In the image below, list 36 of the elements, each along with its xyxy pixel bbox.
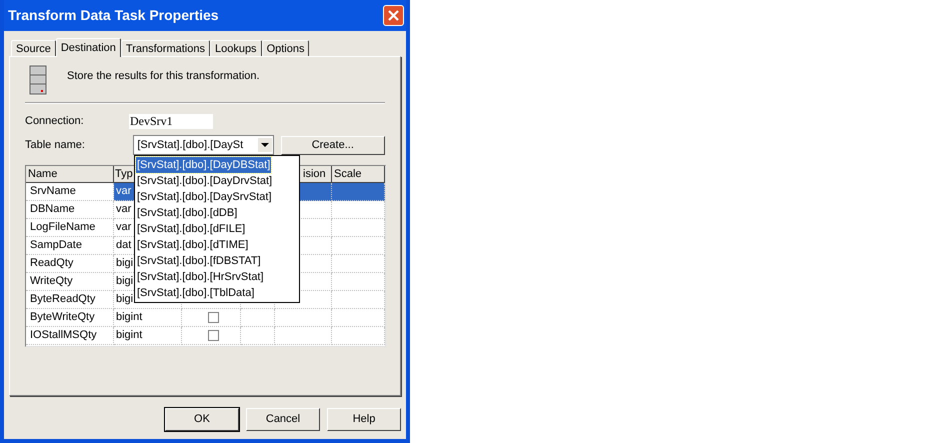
column-header[interactable]: Name xyxy=(26,166,114,183)
table-cell: ReadQty xyxy=(26,255,114,273)
table-cell: ByteReadQty xyxy=(26,291,114,309)
dialog-button[interactable]: OK xyxy=(165,408,239,431)
checkbox[interactable] xyxy=(208,312,218,323)
dropdown-option[interactable]: [SrvStat].[dbo].[DayDBStat] xyxy=(136,157,272,173)
dialog-button[interactable]: Cancel xyxy=(246,408,320,431)
column-header[interactable]: Scale xyxy=(332,166,385,183)
table-cell: bigint xyxy=(114,309,182,327)
checkbox[interactable] xyxy=(208,330,218,341)
tab[interactable]: Source xyxy=(11,40,56,56)
close-icon xyxy=(388,10,399,21)
tab[interactable]: Transformations xyxy=(120,40,210,56)
table-cell: ByteWriteQty xyxy=(26,309,114,327)
close-button[interactable] xyxy=(383,5,404,26)
dialog-button[interactable]: Help xyxy=(327,408,401,431)
table-cell: WriteQty xyxy=(26,273,114,291)
tab[interactable]: Options xyxy=(262,40,310,56)
table-cell: DBName xyxy=(26,201,114,219)
window-title: Transform Data Task Properties xyxy=(8,6,219,25)
table-cell: SampDate xyxy=(26,237,114,255)
table-name-dropdown[interactable]: [SrvStat].[dbo].[DaySt xyxy=(133,135,274,155)
connection-label: Connection: xyxy=(25,114,85,130)
table-name-label: Table name: xyxy=(25,138,86,153)
table-cell: bigint xyxy=(114,327,182,345)
table-row[interactable]: IOStallMSQty bigint xyxy=(26,327,385,345)
tab[interactable]: Lookups xyxy=(210,40,262,56)
create-button[interactable]: Create... xyxy=(280,136,385,154)
connection-value: DevSrv1 xyxy=(129,114,213,129)
server-icon xyxy=(29,65,47,95)
table-cell: IOStallMSQty xyxy=(26,327,114,345)
table-cell: LogFileName xyxy=(26,219,114,237)
description-text: Store the results for this transformation. xyxy=(67,69,260,84)
tab[interactable]: Destination xyxy=(56,38,121,57)
table-cell: SrvName xyxy=(26,183,114,201)
table-row[interactable]: ByteWriteQty bigint xyxy=(26,309,385,327)
